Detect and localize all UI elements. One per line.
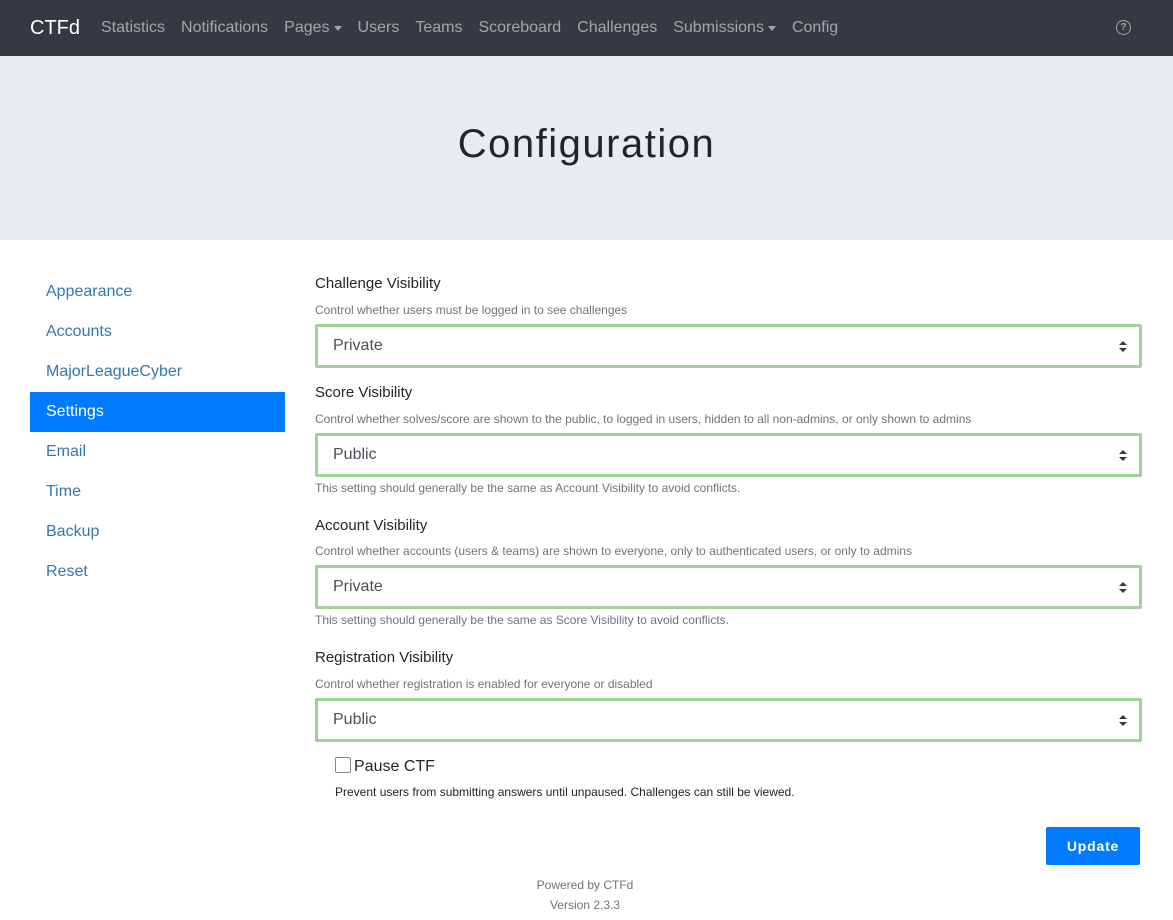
nav-teams-label: Teams: [415, 19, 463, 36]
nav-submissions-label: Submissions: [673, 19, 764, 36]
footer: Powered by CTFd Version 2.3.3: [0, 875, 1170, 915]
nav-statistics[interactable]: Statistics: [101, 18, 165, 38]
sidebar-item-time[interactable]: Time: [30, 472, 285, 512]
registration-visibility-help: Control whether registration is enabled …: [315, 677, 653, 691]
account-visibility-select[interactable]: Private: [315, 565, 1142, 609]
sidebar-item-accounts[interactable]: Accounts: [30, 312, 285, 352]
nav-scoreboard-label: Scoreboard: [478, 19, 562, 36]
page-title: Configuration: [457, 122, 716, 166]
page-header: Configuration: [0, 56, 1173, 240]
pause-ctf-help: Prevent users from submitting answers un…: [335, 785, 795, 799]
nav-pages-dropdown[interactable]: Pages: [284, 18, 342, 38]
help-circle-icon[interactable]: ?: [1116, 20, 1131, 35]
registration-visibility-value: Public: [333, 711, 377, 728]
sidebar-item-appearance[interactable]: Appearance: [30, 272, 285, 312]
sidebar-item-settings[interactable]: Settings: [30, 392, 285, 432]
pause-ctf-checkbox[interactable]: [335, 757, 351, 773]
score-visibility-value: Public: [333, 446, 377, 463]
sidebar-item-backup[interactable]: Backup: [30, 512, 285, 552]
account-visibility-note: This setting should generally be the sam…: [315, 613, 729, 627]
nav-users-label: Users: [357, 19, 400, 36]
select-arrows-icon: [1119, 341, 1127, 352]
registration-visibility-select[interactable]: Public: [315, 698, 1142, 742]
score-visibility-note: This setting should generally be the sam…: [315, 481, 741, 495]
top-navbar: CTFd Statistics Notifications Pages User…: [0, 0, 1173, 56]
nav-challenges[interactable]: Challenges: [577, 18, 657, 38]
nav-challenges-label: Challenges: [577, 19, 658, 36]
sidebar-item-reset[interactable]: Reset: [30, 552, 285, 592]
caret-down-icon: [767, 25, 776, 31]
challenge-visibility-value: Private: [333, 337, 383, 354]
challenge-visibility-label: Challenge Visibility: [315, 275, 441, 292]
challenge-visibility-help: Control whether users must be logged in …: [315, 303, 628, 317]
score-visibility-select[interactable]: Public: [315, 433, 1142, 477]
score-visibility-label: Score Visibility: [315, 384, 413, 401]
select-arrows-icon: [1119, 582, 1127, 593]
select-arrows-icon: [1119, 450, 1127, 461]
pause-ctf-label[interactable]: Pause CTF: [354, 757, 435, 777]
nav-statistics-label: Statistics: [101, 19, 166, 36]
nav-notifications[interactable]: Notifications: [181, 18, 268, 38]
select-arrows-icon: [1119, 715, 1127, 726]
nav-notifications-label: Notifications: [181, 19, 269, 36]
brand-link[interactable]: CTFd: [30, 16, 80, 40]
account-visibility-label: Account Visibility: [315, 517, 428, 534]
nav-links: Statistics Notifications Pages Users Tea…: [101, 18, 854, 38]
challenge-visibility-select[interactable]: Private: [315, 324, 1142, 368]
nav-config-label: Config: [791, 19, 839, 36]
sidebar-item-email[interactable]: Email: [30, 432, 285, 472]
nav-config[interactable]: Config: [792, 18, 838, 38]
footer-powered-by[interactable]: Powered by CTFd: [0, 875, 1170, 895]
nav-teams[interactable]: Teams: [415, 18, 462, 38]
nav-submissions-dropdown[interactable]: Submissions: [673, 18, 776, 38]
footer-version: Version 2.3.3: [549, 898, 621, 912]
score-visibility-help: Control whether solves/score are shown t…: [315, 412, 972, 426]
config-sidebar: Appearance Accounts MajorLeagueCyber Set…: [30, 272, 285, 592]
sidebar-item-majorleaguecyber[interactable]: MajorLeagueCyber: [30, 352, 285, 392]
caret-down-icon: [333, 25, 342, 31]
nav-users[interactable]: Users: [358, 18, 400, 38]
account-visibility-value: Private: [333, 578, 383, 595]
account-visibility-help: Control whether accounts (users & teams)…: [315, 544, 912, 558]
nav-pages-label: Pages: [284, 19, 330, 36]
nav-scoreboard[interactable]: Scoreboard: [478, 18, 561, 38]
registration-visibility-label: Registration Visibility: [315, 649, 454, 666]
update-button[interactable]: Update: [1046, 827, 1140, 865]
